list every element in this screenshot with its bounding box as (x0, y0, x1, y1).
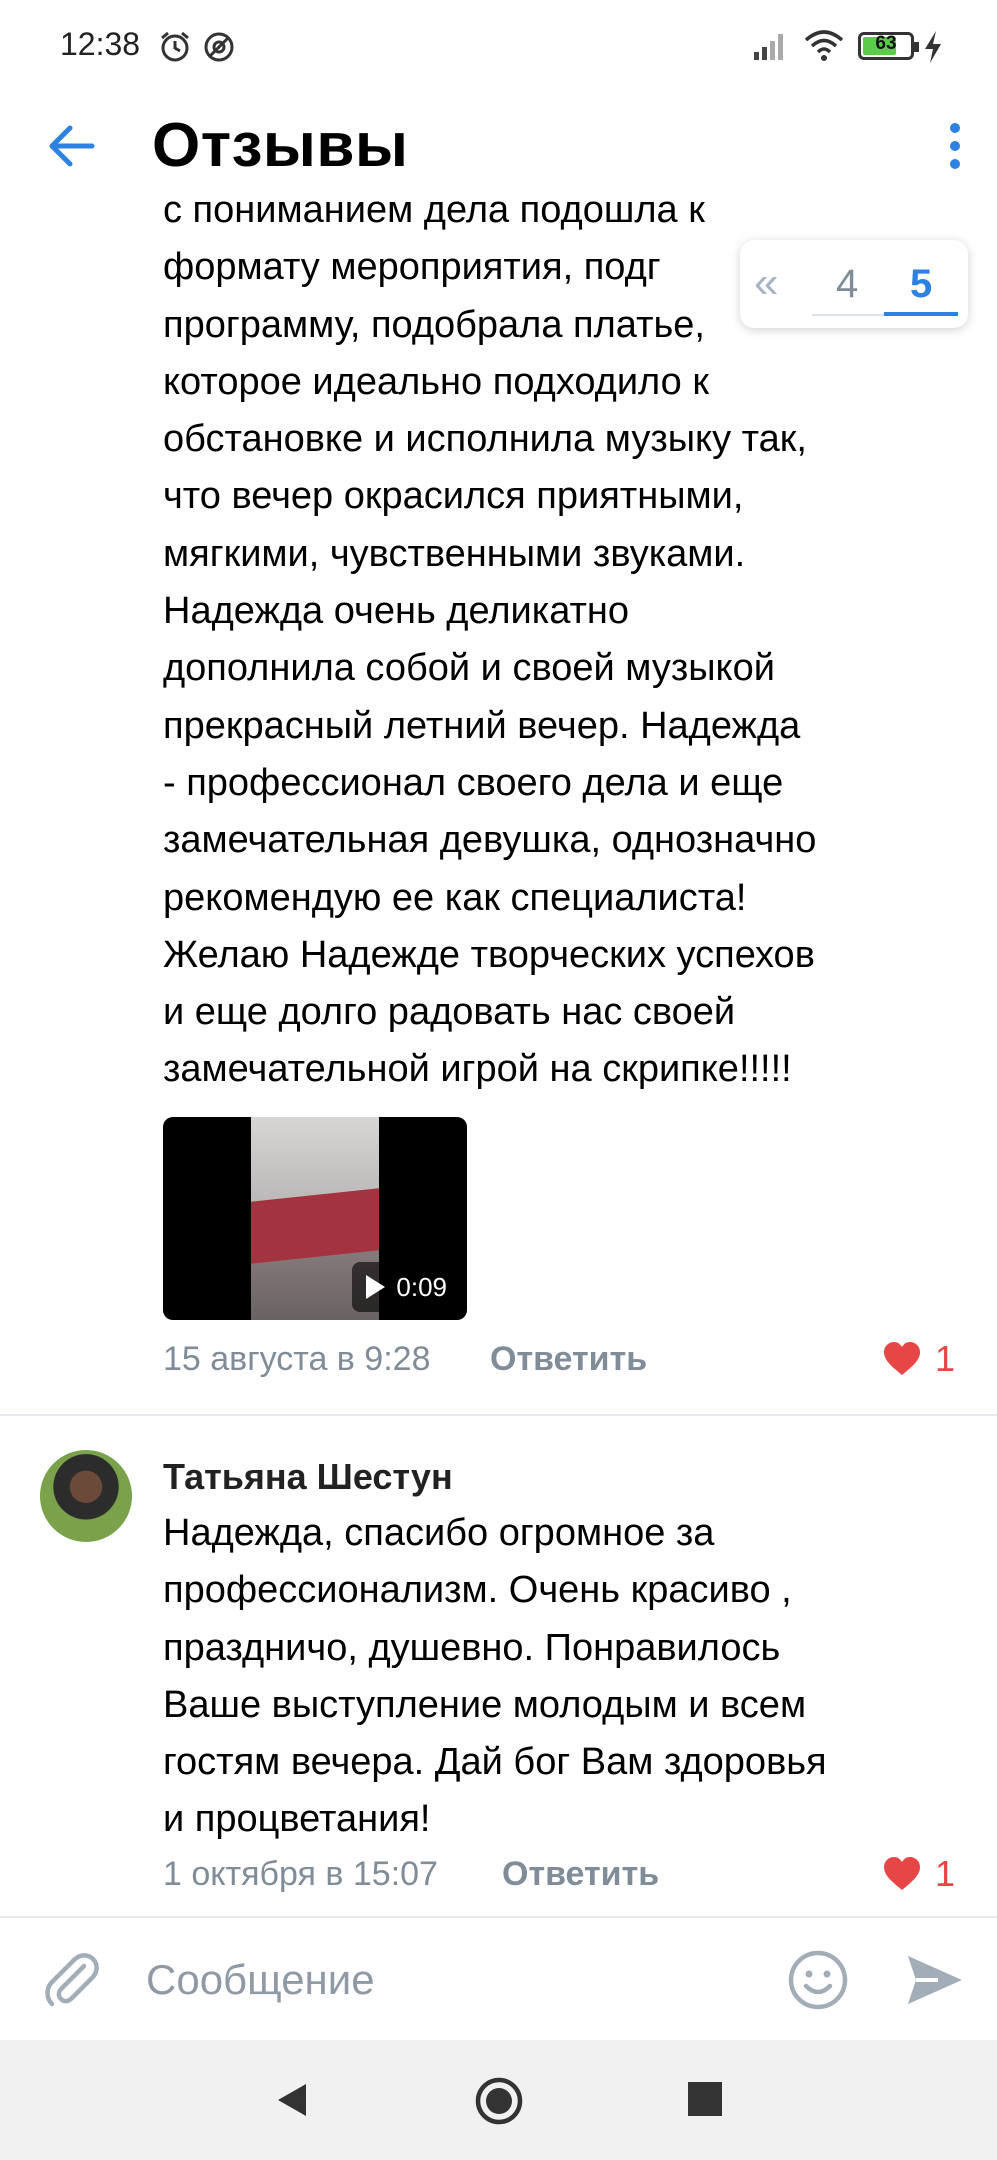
pagination: « 4 5 (740, 240, 968, 328)
video-duration-badge: 0:09 (352, 1262, 461, 1312)
do-not-disturb-icon (204, 32, 234, 62)
comment-date: 15 августа в 9:28 (163, 1340, 431, 1378)
system-nav-bar (0, 2040, 997, 2160)
video-thumbnail[interactable]: 0:09 (163, 1117, 467, 1320)
like-count: 1 (934, 1853, 955, 1894)
send-icon[interactable] (902, 1948, 966, 2012)
video-duration: 0:09 (396, 1271, 447, 1302)
message-input[interactable] (146, 1948, 746, 2012)
like-button[interactable]: 1 (883, 1338, 955, 1380)
battery-level: 63 (875, 33, 897, 54)
charging-icon (925, 31, 941, 63)
play-icon (366, 1275, 386, 1299)
comment-author[interactable]: Татьяна Шестун (163, 1456, 453, 1498)
signal-icon (754, 34, 783, 60)
heart-icon (883, 1857, 920, 1890)
more-vertical-icon[interactable] (935, 114, 975, 178)
status-bar: 12:38 63 (0, 0, 997, 92)
wifi-icon (804, 30, 844, 61)
nav-back-icon[interactable] (272, 2080, 312, 2120)
page-4-button[interactable]: 4 (836, 262, 858, 307)
avatar[interactable] (40, 1450, 132, 1542)
pagination-active-indicator (884, 312, 958, 316)
comment-text: с пониманием дела подошла к формату меро… (163, 200, 817, 1091)
page-title: Отзывы (152, 111, 409, 180)
pagination-track (812, 314, 892, 316)
comments-list[interactable]: с пониманием дела подошла к формату меро… (0, 200, 997, 1916)
like-button[interactable]: 1 (883, 1853, 955, 1895)
nav-recents-icon[interactable] (688, 2082, 722, 2116)
reply-button[interactable]: Ответить (502, 1855, 659, 1894)
back-arrow-icon[interactable] (40, 114, 104, 178)
message-composer (0, 1916, 997, 2040)
nav-home-icon[interactable] (474, 2076, 524, 2126)
alarm-icon (161, 31, 189, 62)
reply-button[interactable]: Ответить (490, 1340, 647, 1379)
emoji-icon[interactable] (786, 1948, 850, 2012)
battery-icon: 63 (858, 32, 919, 60)
comment-divider (0, 1414, 997, 1416)
pagination-prev-button[interactable]: « (754, 258, 778, 308)
comment-date: 1 октября в 15:07 (163, 1855, 438, 1893)
page-5-button[interactable]: 5 (910, 262, 932, 307)
heart-icon (883, 1342, 920, 1375)
paperclip-icon[interactable] (40, 1948, 104, 2012)
status-time: 12:38 (60, 26, 141, 62)
like-count: 1 (934, 1338, 955, 1379)
comment-text: Надежда, спасибо огромное за профессиона… (163, 1512, 827, 1841)
app-header: Отзывы (0, 92, 997, 200)
